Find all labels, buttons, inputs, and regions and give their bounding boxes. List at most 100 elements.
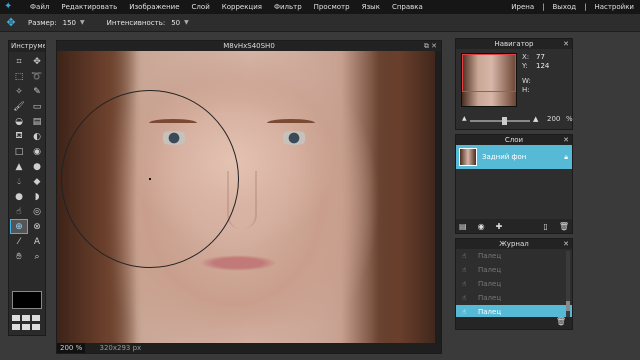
- nav-zoom-value[interactable]: 200: [547, 115, 560, 123]
- eraser-icon[interactable]: ▭: [28, 99, 46, 114]
- history-item-label: Палец: [478, 308, 502, 316]
- sharpen-icon[interactable]: ▲: [10, 159, 28, 174]
- finger-icon: ☝: [462, 266, 467, 274]
- layers-header: Слои ✕: [456, 135, 572, 145]
- blur-icon[interactable]: ●: [28, 159, 46, 174]
- history-item[interactable]: ☝ Палец: [456, 263, 572, 277]
- close-icon[interactable]: ✕: [563, 239, 569, 249]
- menu-image[interactable]: Изображение: [129, 3, 179, 11]
- photo-mouth: [199, 255, 277, 271]
- user-name[interactable]: Ирена: [511, 3, 534, 11]
- history-item[interactable]: ☝ Палец: [456, 291, 572, 305]
- liquify-icon[interactable]: ◎: [28, 204, 46, 219]
- zoom-out-icon[interactable]: ▲: [462, 115, 467, 122]
- menu-file[interactable]: Файл: [30, 3, 49, 11]
- h-label: H:: [522, 86, 530, 94]
- size-value[interactable]: 150: [63, 19, 76, 27]
- delete-history-icon[interactable]: 🗑︎: [556, 317, 566, 326]
- logout-link[interactable]: Выход: [552, 3, 576, 11]
- menu-edit[interactable]: Редактировать: [61, 3, 117, 11]
- navigator-header: Навигатор ✕: [456, 39, 572, 49]
- new-layer-icon[interactable]: ▯: [543, 222, 547, 231]
- finger-icon: ☝: [462, 252, 467, 260]
- layer-style-icon[interactable]: ✚: [496, 222, 503, 231]
- image-dimensions: 320x293 px: [99, 344, 142, 352]
- menu-filter[interactable]: Фильтр: [274, 3, 302, 11]
- crop-icon[interactable]: ⌗: [10, 54, 28, 69]
- history-item[interactable]: ☝ Палец: [456, 249, 572, 263]
- menu-layer[interactable]: Слой: [192, 3, 210, 11]
- delete-layer-icon[interactable]: 🗑︎: [559, 222, 569, 231]
- menu-language[interactable]: Язык: [362, 3, 380, 11]
- settings-link[interactable]: Настройки: [594, 3, 634, 11]
- drawing-icon[interactable]: □: [10, 144, 28, 159]
- history-item-label: Палец: [478, 266, 502, 274]
- layers-panel: Слои ✕ Задний фон 🔒︎ ▤ ◉ ✚ ▯ 🗑︎: [455, 134, 573, 234]
- finger-icon: ☝: [462, 280, 467, 288]
- history-item-label: Палец: [478, 280, 502, 288]
- user-menu: Ирена | Выход | Настройки: [511, 3, 634, 11]
- red-eye-icon[interactable]: ◉: [28, 144, 46, 159]
- zoom-field[interactable]: 200 %: [57, 343, 86, 353]
- mask-icon[interactable]: ◉: [478, 222, 485, 231]
- canvas-scrollbar[interactable]: [435, 51, 441, 343]
- stamp-icon[interactable]: ⛾: [10, 129, 28, 144]
- menu-adjustment[interactable]: Коррекция: [222, 3, 262, 11]
- chevron-down-icon[interactable]: ▼: [184, 19, 189, 26]
- sponge-icon[interactable]: ◆: [28, 174, 46, 189]
- navigator-viewport[interactable]: [462, 54, 516, 92]
- y-label: Y:: [522, 62, 528, 70]
- window-controls[interactable]: ⧉ ✕: [424, 41, 437, 51]
- zoom-icon[interactable]: ⌕: [28, 249, 46, 264]
- move-icon[interactable]: ✥: [28, 54, 46, 69]
- layer-item[interactable]: Задний фон 🔒︎: [456, 145, 572, 169]
- layer-settings-icon[interactable]: ▤: [459, 222, 467, 231]
- history-scrollbar-thumb[interactable]: [566, 301, 570, 311]
- navigator-panel: Навигатор ✕ X: 77 Y: 124 W: H: ▲ ▲ 200 %: [455, 38, 573, 130]
- separator: |: [584, 3, 587, 11]
- bucket-icon[interactable]: ◒: [10, 114, 28, 129]
- type-icon[interactable]: A: [28, 234, 46, 249]
- history-panel: Журнал ✕ ☝ Палец ☝ Палец ☝ Палец ☝ Палец ☝ Па…: [455, 238, 573, 330]
- view-grid-icon[interactable]: [12, 315, 42, 331]
- drop-icon[interactable]: 💧︎: [10, 174, 28, 189]
- zoom-in-icon[interactable]: ▲: [533, 115, 538, 123]
- history-scrollbar[interactable]: [566, 251, 570, 317]
- current-tool-icon: ✥: [6, 15, 16, 29]
- replace-color-icon[interactable]: ◐: [28, 129, 46, 144]
- menu-help[interactable]: Справка: [392, 3, 423, 11]
- close-icon[interactable]: ✕: [563, 135, 569, 145]
- zoom-slider[interactable]: [470, 120, 530, 122]
- zoom-slider-thumb[interactable]: [502, 117, 507, 125]
- wand-icon[interactable]: ✧: [10, 84, 28, 99]
- lock-icon: 🔒︎: [564, 152, 568, 161]
- dodge-icon[interactable]: ●: [10, 189, 28, 204]
- pinch-icon[interactable]: ⊗: [28, 219, 46, 234]
- intensity-value[interactable]: 50: [171, 19, 180, 27]
- gradient-icon[interactable]: ▤: [28, 114, 46, 129]
- bloat-icon[interactable]: ⊕: [10, 219, 28, 234]
- finger-icon[interactable]: ☝: [10, 204, 28, 219]
- marquee-icon[interactable]: ⬚: [10, 69, 28, 84]
- close-icon[interactable]: ✕: [563, 39, 569, 49]
- status-bar: 200 % 320x293 px: [57, 343, 441, 353]
- hand-icon[interactable]: ✋︎: [10, 249, 28, 264]
- image-canvas[interactable]: [57, 51, 441, 343]
- pencil-icon[interactable]: ✎: [28, 84, 46, 99]
- color-picker-icon[interactable]: ⁄: [10, 234, 28, 249]
- layers-title: Слои: [504, 136, 524, 144]
- menu-view[interactable]: Просмотр: [314, 3, 350, 11]
- brush-icon[interactable]: 🖌︎: [10, 99, 28, 114]
- document-window: M8vHxS40SH0 ⧉ ✕ 200 % 320x293 px: [56, 40, 442, 354]
- x-label: X:: [522, 53, 530, 61]
- history-header: Журнал ✕: [456, 239, 572, 249]
- size-label: Размер:: [28, 18, 57, 27]
- chevron-down-icon[interactable]: ▼: [80, 19, 85, 26]
- color-swatch[interactable]: [12, 291, 42, 309]
- burn-icon[interactable]: ◗: [28, 189, 46, 204]
- lasso-icon[interactable]: ➰: [28, 69, 46, 84]
- history-item[interactable]: ☝ Палец: [456, 277, 572, 291]
- toolbox-title: Инструменты: [9, 41, 45, 52]
- layer-name: Задний фон: [482, 153, 527, 161]
- app-logo-icon[interactable]: ✦: [4, 0, 18, 14]
